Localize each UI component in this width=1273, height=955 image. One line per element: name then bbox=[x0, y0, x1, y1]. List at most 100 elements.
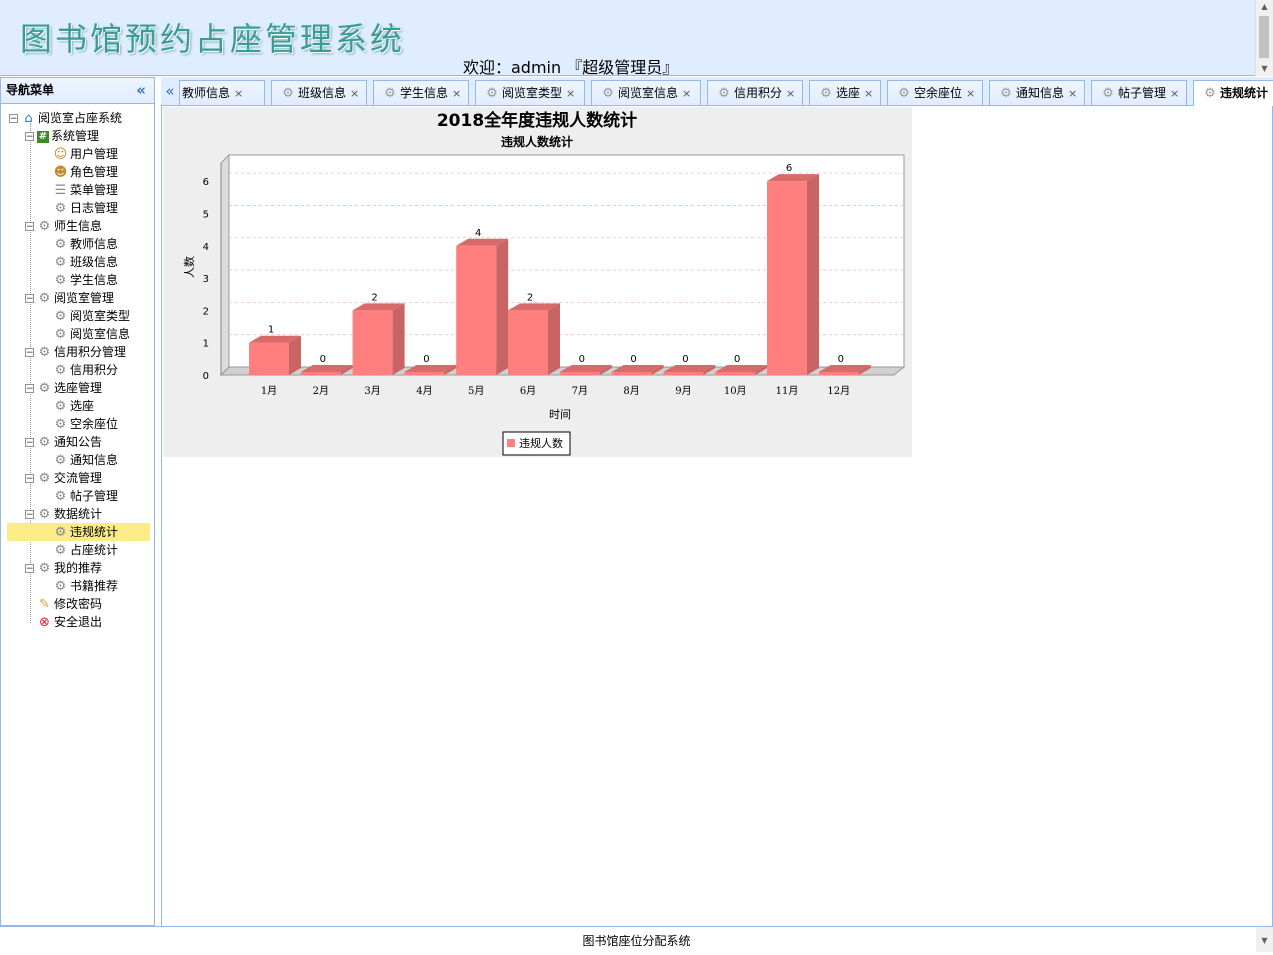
scroll-up-icon[interactable]: ▲ bbox=[1256, 0, 1273, 14]
gear-icon: ⚙ bbox=[38, 219, 51, 234]
collapse-toggle-icon[interactable]: − bbox=[9, 114, 18, 124]
bar bbox=[456, 245, 497, 375]
close-icon[interactable]: × bbox=[786, 82, 795, 106]
close-icon[interactable]: × bbox=[1068, 82, 1077, 106]
y-tick-label: 1 bbox=[203, 339, 209, 350]
tab-scroll-left-icon[interactable]: « bbox=[161, 77, 179, 105]
sidebar-item[interactable]: ⚙ 日志管理 bbox=[53, 199, 118, 217]
tree-group[interactable]: − # 系统管理 bbox=[25, 127, 99, 145]
collapse-toggle-icon[interactable]: − bbox=[25, 132, 34, 142]
sidebar-item[interactable]: ⚙ 选座 bbox=[53, 397, 94, 415]
tab-item[interactable]: ⚙ 通知信息 × bbox=[989, 80, 1085, 105]
sidebar-item[interactable]: ⚙ 阅览室类型 bbox=[53, 307, 130, 325]
tab-label: 阅览室信息 bbox=[618, 86, 679, 100]
sidebar-item[interactable]: ⚙ 信用积分 bbox=[53, 361, 118, 379]
close-icon[interactable]: × bbox=[864, 82, 873, 106]
sidebar-item[interactable]: ⚙ 班级信息 bbox=[53, 253, 118, 271]
tree-group[interactable]: − ⚙ 阅览室管理 bbox=[25, 289, 114, 307]
gear-icon: ⚙ bbox=[54, 525, 67, 540]
tab-item[interactable]: ⚙ 阅览室类型 × bbox=[475, 80, 585, 105]
close-icon[interactable]: × bbox=[350, 82, 359, 106]
collapse-toggle-icon[interactable]: − bbox=[25, 564, 34, 574]
gear-icon: ⚙ bbox=[38, 507, 51, 522]
page-scrollbar[interactable]: ▲ ▼ bbox=[1255, 0, 1273, 76]
collapse-toggle-icon[interactable]: − bbox=[25, 438, 34, 448]
y-tick-label: 6 bbox=[203, 177, 209, 188]
tab-item[interactable]: ⚙ 选座 × bbox=[809, 80, 881, 105]
sidebar-item[interactable]: ☻ 角色管理 bbox=[53, 163, 118, 181]
sidebar-item[interactable]: ⊗ 安全退出 bbox=[37, 613, 102, 631]
sidebar-item[interactable]: ✎ 修改密码 bbox=[37, 595, 102, 613]
tree-root[interactable]: − ⌂ 阅览室占座系统 bbox=[9, 109, 122, 127]
tab-item[interactable]: ⚙ 阅览室信息 × bbox=[591, 80, 701, 105]
collapse-toggle-icon[interactable]: − bbox=[25, 474, 34, 484]
sidebar-item[interactable]: ⚙ 帖子管理 bbox=[53, 487, 118, 505]
tree-group[interactable]: − ⚙ 信用积分管理 bbox=[25, 343, 126, 361]
tab-item[interactable]: ⚙违规统计× bbox=[1193, 80, 1273, 106]
bar bbox=[300, 372, 341, 375]
x-tick-label: 4月 bbox=[416, 385, 432, 397]
tab-label: 通知信息 bbox=[1016, 86, 1065, 100]
tree-item-label: 教师信息 bbox=[70, 237, 119, 251]
collapse-toggle-icon[interactable]: − bbox=[25, 510, 34, 520]
collapse-toggle-icon[interactable]: − bbox=[25, 222, 34, 232]
collapse-toggle-icon[interactable]: − bbox=[25, 384, 34, 394]
tab-label: 违规统计 bbox=[1220, 86, 1269, 100]
sidebar-item[interactable]: ⚙ 空余座位 bbox=[53, 415, 118, 433]
gear-icon: ⚙ bbox=[54, 399, 67, 414]
close-icon[interactable]: × bbox=[1170, 82, 1179, 106]
tab-item[interactable]: ⚙ 帖子管理 × bbox=[1091, 80, 1187, 105]
gear-icon: ⚙ bbox=[486, 86, 498, 101]
scroll-down-icon[interactable]: ▼ bbox=[1256, 62, 1273, 76]
data-label: 0 bbox=[682, 354, 688, 365]
sidebar-item[interactable]: ☺ 用户管理 bbox=[53, 145, 118, 163]
gear-icon: ⚙ bbox=[602, 86, 614, 101]
tab-item[interactable]: ⚙ 空余座位 × bbox=[887, 80, 983, 105]
close-icon[interactable]: × bbox=[682, 82, 691, 106]
data-label: 0 bbox=[423, 354, 429, 365]
scroll-thumb[interactable] bbox=[1259, 16, 1269, 58]
tree-group[interactable]: − ⚙ 通知公告 bbox=[25, 433, 102, 451]
tab-item[interactable]: ⚙ 信用积分 × bbox=[707, 80, 803, 105]
sidebar-item[interactable]: ⚙ 通知信息 bbox=[53, 451, 118, 469]
tree-item-label: 空余座位 bbox=[70, 417, 119, 431]
gear-icon: ⚙ bbox=[54, 363, 67, 378]
tab-item[interactable]: ⚙ 学生信息 × bbox=[373, 80, 469, 105]
close-icon[interactable]: × bbox=[234, 82, 243, 106]
collapse-toggle-icon[interactable]: − bbox=[25, 348, 34, 358]
collapse-toggle-icon[interactable]: − bbox=[25, 294, 34, 304]
tab-item[interactable]: ⚙ 班级信息 × bbox=[271, 80, 367, 105]
bar-side bbox=[807, 174, 819, 375]
gear-icon: ⚙ bbox=[54, 255, 67, 270]
sidebar-item[interactable]: ⚙ 教师信息 bbox=[53, 235, 118, 253]
close-icon[interactable]: × bbox=[966, 82, 975, 106]
sidebar-item[interactable]: ⚙ 违规统计 bbox=[7, 523, 150, 541]
sidebar-item[interactable]: ☰ 菜单管理 bbox=[53, 181, 118, 199]
sidebar-item[interactable]: ⚙ 阅览室信息 bbox=[53, 325, 130, 343]
tree-group[interactable]: − ⚙ 选座管理 bbox=[25, 379, 102, 397]
bar bbox=[611, 372, 652, 375]
tree-item-label: 班级信息 bbox=[70, 255, 119, 269]
tree-item-label: 系统管理 bbox=[51, 129, 100, 143]
tab-item[interactable]: ⚙教师信息× bbox=[179, 80, 265, 105]
tree-item-label: 信用积分 bbox=[70, 363, 119, 377]
double-chevron-left-icon[interactable]: « bbox=[136, 78, 146, 102]
close-icon[interactable]: × bbox=[452, 82, 461, 106]
gear-icon: ⚙ bbox=[38, 345, 51, 360]
data-label: 2 bbox=[371, 292, 377, 303]
gear-icon: ⚙ bbox=[38, 471, 51, 486]
close-icon[interactable]: × bbox=[566, 82, 575, 106]
tree-group[interactable]: − ⚙ 交流管理 bbox=[25, 469, 102, 487]
gear-icon: ⚙ bbox=[820, 86, 832, 101]
legend-swatch bbox=[507, 439, 515, 447]
tree-group[interactable]: − ⚙ 我的推荐 bbox=[25, 559, 102, 577]
y-axis-label: 人数 bbox=[183, 256, 196, 278]
x-tick-label: 9月 bbox=[675, 385, 691, 397]
sidebar-item[interactable]: ⚙ 书籍推荐 bbox=[53, 577, 118, 595]
footer-scroll-down-icon[interactable]: ▼ bbox=[1256, 927, 1273, 952]
sidebar-item[interactable]: ⚙ 学生信息 bbox=[53, 271, 118, 289]
tree-group[interactable]: − ⚙ 师生信息 bbox=[25, 217, 102, 235]
tree-group[interactable]: − ⚙ 数据统计 bbox=[25, 505, 102, 523]
sidebar-item[interactable]: ⚙ 占座统计 bbox=[53, 541, 118, 559]
tab-bar: « » ⚙教师信息×⚙班级信息×⚙学生信息×⚙阅览室类型×⚙阅览室信息×⚙信用积… bbox=[161, 77, 1273, 106]
